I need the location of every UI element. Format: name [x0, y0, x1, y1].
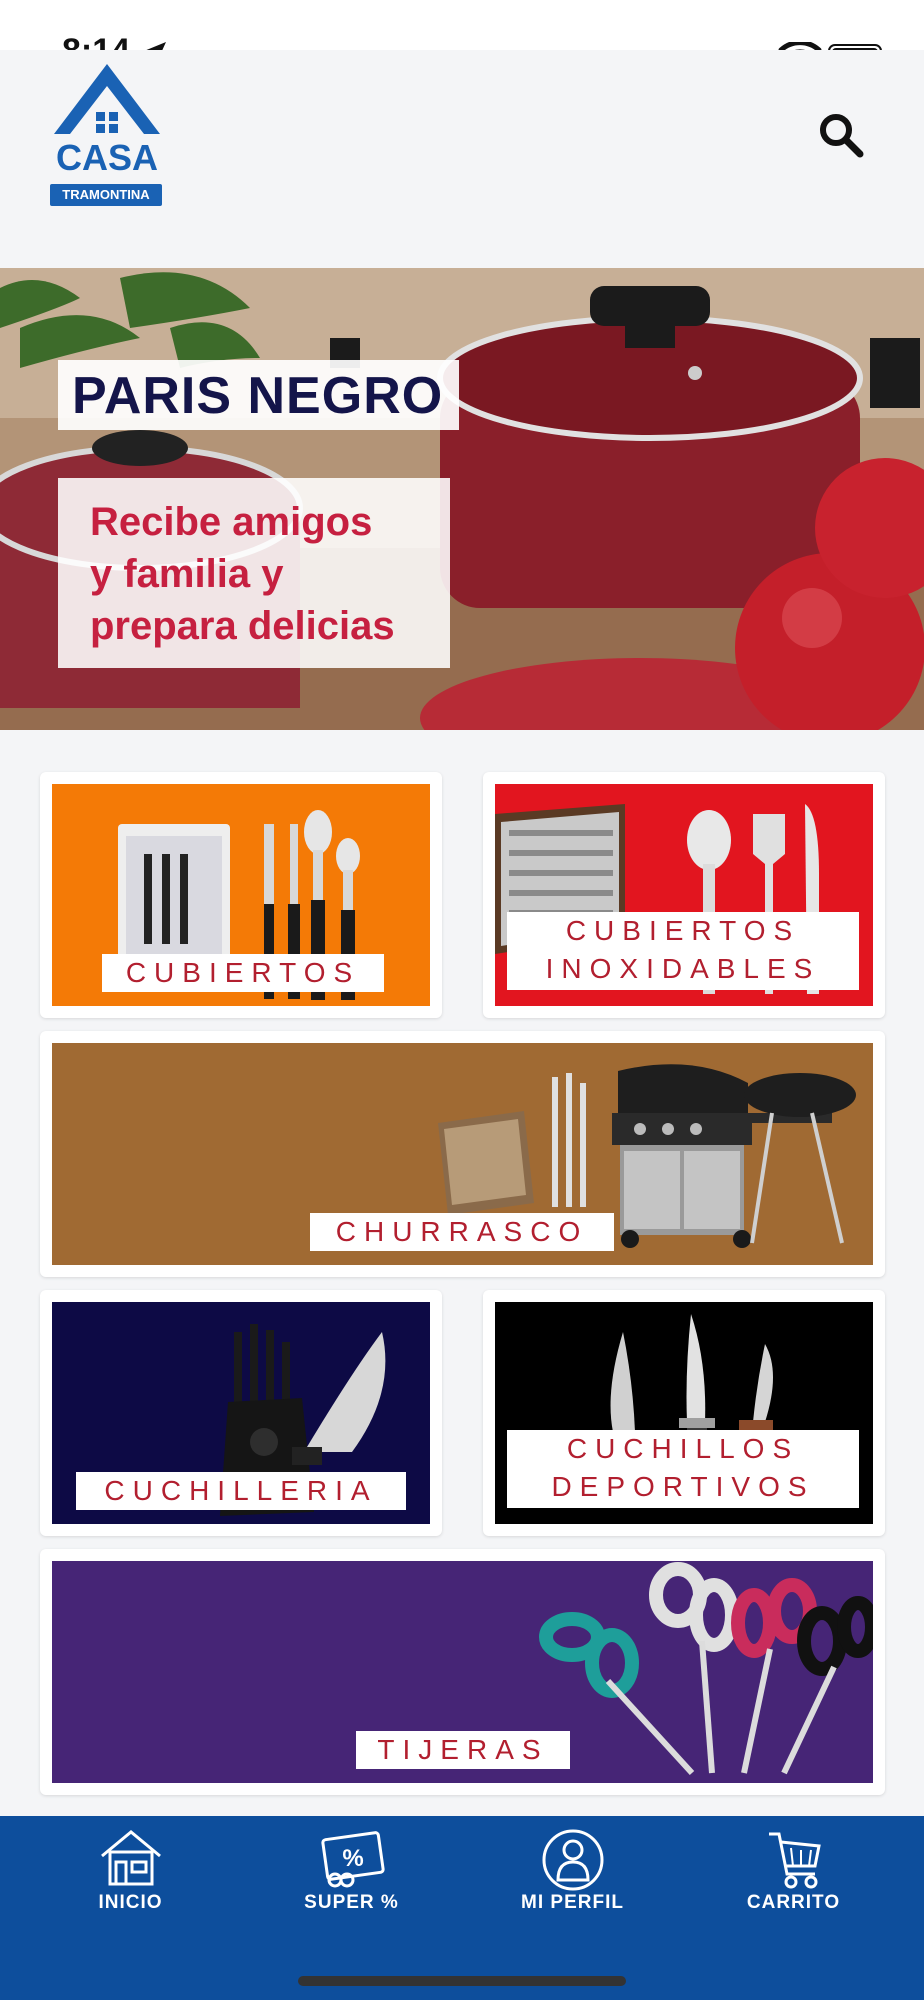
nav-mi-perfil[interactable]: MI PERFIL	[457, 1816, 688, 1936]
home-icon	[100, 1830, 161, 1886]
category-label-text: DEPORTIVOS	[551, 1471, 815, 1502]
brand-sub: TRAMONTINA	[50, 184, 162, 206]
hero-title: PARIS NEGRO	[72, 367, 444, 425]
brand-name: CASA	[55, 137, 158, 178]
category-label-text: CUCHILLERIA	[104, 1475, 378, 1506]
category-card-cuchillos-deportivos[interactable]: CUCHILLOS DEPORTIVOS	[483, 1290, 885, 1536]
category-card-churrasco[interactable]: CHURRASCO	[40, 1031, 885, 1277]
hero-title-box: PARIS NEGRO	[58, 360, 460, 430]
house-logo-icon	[54, 64, 160, 134]
category-label: CUBIERTOS INOXIDABLES	[507, 912, 859, 990]
category-image: CUCHILLERIA	[52, 1302, 430, 1524]
category-image: TIJERAS	[52, 1561, 873, 1783]
category-card-cuchilleria[interactable]: CUCHILLERIA	[40, 1290, 442, 1536]
category-image: CUBIERTOS INOXIDABLES	[495, 784, 873, 1006]
nav-label: MI PERFIL	[521, 1892, 624, 1913]
category-label-text: INOXIDABLES	[545, 953, 821, 984]
category-image: CUBIERTOS	[52, 784, 430, 1006]
category-label: CHURRASCO	[310, 1213, 614, 1251]
hero-banner[interactable]: PARIS NEGRO Recibe amigos y familia y pr…	[0, 268, 924, 730]
category-label-text: CUBIERTOS	[565, 915, 801, 946]
category-label-text: CHURRASCO	[335, 1216, 589, 1247]
category-card-cubiertos-inoxidables[interactable]: CUBIERTOS INOXIDABLES	[483, 772, 885, 1018]
hero-subtitle-line: Recibe amigos	[90, 500, 373, 544]
bottom-navigation: INICIO % SUPER % MI PERFIL CARRITO	[0, 1816, 924, 2000]
category-image: CHURRASCO	[52, 1043, 873, 1265]
category-label: CUCHILLERIA	[76, 1472, 406, 1510]
category-label: TIJERAS	[356, 1731, 570, 1769]
profile-icon	[542, 1829, 603, 1891]
svg-text:%: %	[342, 1845, 363, 1872]
nav-label: SUPER %	[304, 1892, 399, 1913]
nav-super[interactable]: % SUPER %	[236, 1816, 467, 1936]
nav-label: CARRITO	[746, 1892, 841, 1913]
category-card-cubiertos[interactable]: CUBIERTOS	[40, 772, 442, 1018]
category-card-tijeras[interactable]: TIJERAS	[40, 1549, 885, 1795]
nav-carrito[interactable]: CARRITO	[678, 1816, 909, 1936]
nav-label: INICIO	[98, 1892, 163, 1913]
cart-icon	[768, 1832, 821, 1889]
hero-subtitle-line: y familia y	[90, 552, 284, 596]
category-label-text: CUBIERTOS	[125, 957, 361, 988]
hero-subtitle-box: Recibe amigos y familia y prepara delici…	[58, 478, 450, 668]
hero-subtitle-line: prepara delicias	[90, 604, 395, 648]
category-label: CUCHILLOS DEPORTIVOS	[507, 1430, 859, 1508]
home-indicator	[298, 1976, 626, 1986]
search-icon[interactable]	[818, 112, 864, 158]
category-image: CUCHILLOS DEPORTIVOS	[495, 1302, 873, 1524]
discount-icon: %	[320, 1831, 385, 1888]
nav-inicio[interactable]: INICIO	[15, 1816, 246, 1936]
category-label: CUBIERTOS	[102, 954, 384, 992]
brand-logo[interactable]: CASA TRAMONTINA	[48, 58, 166, 210]
category-label-text: TIJERAS	[377, 1734, 549, 1765]
category-label-text: CUCHILLOS	[566, 1433, 800, 1464]
